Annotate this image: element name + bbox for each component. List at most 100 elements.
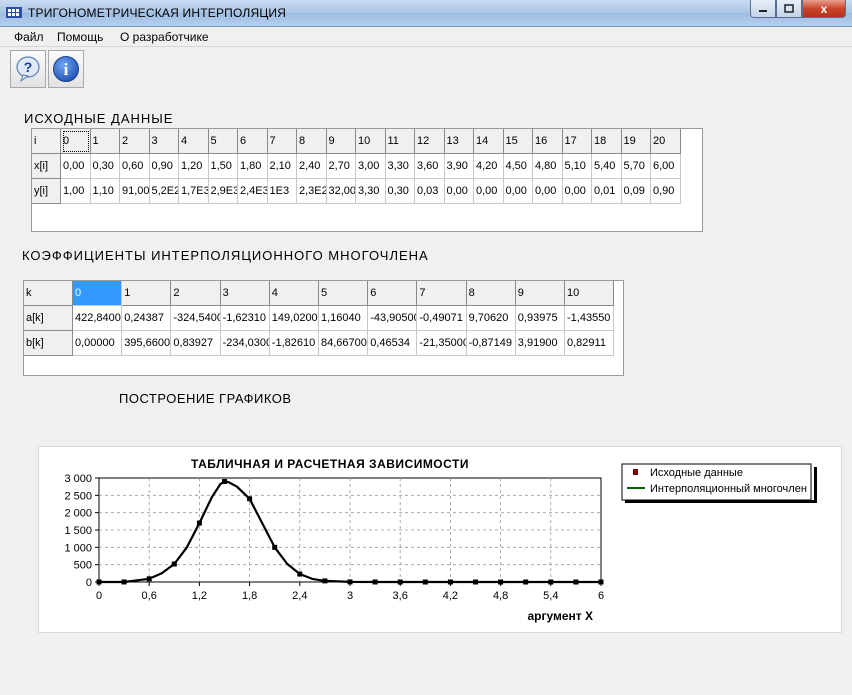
coef-grid-cell[interactable]: 0,24387 — [122, 306, 172, 331]
source-grid-cell[interactable]: 3,30 — [385, 154, 415, 179]
source-grid-cell[interactable]: 2,10 — [267, 154, 297, 179]
source-grid-cell[interactable]: 0,01 — [592, 179, 622, 204]
coef-grid-cell[interactable]: -0,87149 — [466, 331, 516, 356]
source-grid-cell[interactable]: 1E3 — [267, 179, 297, 204]
coef-grid-cell[interactable]: 0,82911 — [565, 331, 615, 356]
source-grid-cell[interactable]: 0,00 — [61, 154, 91, 179]
source-grid-cell[interactable]: 5,10 — [562, 154, 592, 179]
coef-grid-cell[interactable]: 0,83927 — [171, 331, 221, 356]
coef-grid-cell[interactable]: -1,62310 — [220, 306, 270, 331]
source-grid-cell[interactable]: 4,80 — [533, 154, 563, 179]
menu-about-developer[interactable]: О разработчике — [120, 30, 209, 44]
info-button[interactable]: i — [48, 50, 84, 88]
coef-grid-column-header: 1 — [122, 281, 172, 306]
source-grid-cell[interactable]: 3,00 — [356, 154, 386, 179]
coef-grid-cell[interactable]: 422,8400 — [73, 306, 123, 331]
source-grid-cell[interactable]: 91,00 — [120, 179, 150, 204]
source-grid-cell[interactable]: 1,80 — [238, 154, 268, 179]
legend-marker-source — [633, 469, 638, 475]
source-grid-cell[interactable]: 0,00 — [533, 179, 563, 204]
source-grid-cell[interactable]: 4,50 — [503, 154, 533, 179]
source-grid-cell[interactable]: 0,30 — [90, 154, 120, 179]
source-grid-column-header: 9 — [326, 129, 356, 154]
source-grid-cell[interactable]: 0,90 — [149, 154, 179, 179]
coef-grid-cell[interactable]: -1,82610 — [269, 331, 319, 356]
coef-grid-cell[interactable]: 0,00000 — [73, 331, 123, 356]
source-grid-column-header: 11 — [385, 129, 415, 154]
source-grid-cell[interactable]: 2,9E3 — [208, 179, 238, 204]
source-grid-cell[interactable]: 3,60 — [415, 154, 445, 179]
coef-grid-cell[interactable]: 1,16040 — [319, 306, 369, 331]
coef-grid-cell[interactable]: 395,6600 — [122, 331, 172, 356]
coef-grid-cell[interactable]: 0,46534 — [368, 331, 418, 356]
source-grid-cell[interactable]: 2,40 — [297, 154, 327, 179]
coef-grid-cell[interactable]: 3,91900 — [515, 331, 565, 356]
source-grid-cell[interactable]: 2,4E3 — [238, 179, 268, 204]
series-point-source — [548, 579, 554, 585]
y-tick-label: 2 500 — [64, 490, 92, 502]
source-grid-cell[interactable]: 0,00 — [444, 179, 474, 204]
series-point-source — [222, 478, 227, 484]
source-grid-cell[interactable]: 32,00 — [326, 179, 356, 204]
coef-grid-cell[interactable]: 0,93975 — [515, 306, 565, 331]
series-point-source — [146, 576, 152, 582]
coef-grid-cell[interactable]: -0,49071 — [417, 306, 467, 331]
coef-grid-cell[interactable]: 9,70620 — [466, 306, 516, 331]
coefficients-grid[interactable]: k 0 1 2 3 4 5 6 7 8 9 10 a[k] 422,8400 0,24387 -324,540… — [23, 280, 624, 376]
source-grid-column-header: 17 — [562, 129, 592, 154]
coef-grid-cell[interactable]: 84,66700 — [319, 331, 369, 356]
x-tick-label: 2,4 — [292, 590, 307, 602]
coef-grid-cell[interactable]: -324,5400 — [171, 306, 221, 331]
source-grid-cell[interactable]: 1,7E3 — [179, 179, 209, 204]
source-grid-cell[interactable]: 0,30 — [385, 179, 415, 204]
source-grid-cell[interactable]: 3,90 — [444, 154, 474, 179]
source-grid-cell[interactable]: 0,60 — [120, 154, 150, 179]
source-grid-cell[interactable]: 2,70 — [326, 154, 356, 179]
menu-file[interactable]: Файл — [14, 30, 44, 44]
source-grid-cell[interactable]: 0,00 — [562, 179, 592, 204]
coef-grid-column-header: 3 — [220, 281, 270, 306]
series-point-source — [422, 579, 428, 585]
x-tick-label: 1,8 — [242, 590, 257, 602]
source-grid-cell[interactable]: 1,00 — [61, 179, 91, 204]
source-grid-cell[interactable]: 6,00 — [651, 154, 681, 179]
chart-title: ТАБЛИЧНАЯ И РАСЧЕТНАЯ ЗАВИСИМОСТИ — [191, 457, 469, 471]
source-grid-cell[interactable]: 2,3E2 — [297, 179, 327, 204]
source-grid-cell[interactable]: 1,10 — [90, 179, 120, 204]
series-point-source — [171, 561, 177, 567]
coef-grid-cell[interactable]: -1,43550 — [565, 306, 615, 331]
source-grid-cell[interactable]: 0,00 — [503, 179, 533, 204]
coef-grid-cell[interactable]: -21,35000 — [417, 331, 467, 356]
source-grid-column-header: 7 — [267, 129, 297, 154]
series-point-source — [523, 579, 529, 585]
minimize-button[interactable] — [750, 0, 776, 18]
source-grid-cell[interactable]: 0,90 — [651, 179, 681, 204]
source-grid-cell[interactable]: 0,03 — [415, 179, 445, 204]
source-data-grid[interactable]: i 0 1 2 3 4 5 6 7 8 9 10 11 12 13 14 15 16 17 18 19 20 x[i] 0,0… — [31, 128, 703, 232]
window-title: ТРИГОНОМЕТРИЧЕСКАЯ ИНТЕРПОЛЯЦИЯ — [28, 6, 287, 20]
coef-grid-cell[interactable]: 149,0200 — [269, 306, 319, 331]
source-grid-cell[interactable]: 1,20 — [179, 154, 209, 179]
source-grid-cell[interactable]: 5,70 — [621, 154, 651, 179]
series-point-source — [96, 579, 102, 585]
maximize-button[interactable] — [776, 0, 802, 18]
source-grid-column-header: 0 — [61, 129, 91, 154]
close-icon: x — [820, 1, 828, 16]
source-grid-cell[interactable]: 4,20 — [474, 154, 504, 179]
source-grid-cell[interactable]: 3,30 — [356, 179, 386, 204]
x-tick-label: 5,4 — [543, 590, 558, 602]
info-icon: i — [53, 56, 79, 82]
source-grid-cell[interactable]: 1,50 — [208, 154, 238, 179]
source-grid-cell[interactable]: 5,2E2 — [149, 179, 179, 204]
series-point-source — [272, 544, 278, 550]
source-data-title: ИСХОДНЫЕ ДАННЫЕ — [24, 111, 174, 126]
menu-help[interactable]: Помощь — [57, 30, 103, 44]
coef-grid-cell[interactable]: -43,90500 — [368, 306, 418, 331]
source-grid-cell[interactable]: 0,00 — [474, 179, 504, 204]
close-button[interactable]: x — [802, 0, 846, 18]
coef-grid-cell[interactable]: -234,0300 — [220, 331, 270, 356]
help-button[interactable]: ? — [10, 50, 46, 88]
source-grid-cell[interactable]: 5,40 — [592, 154, 622, 179]
source-grid-cell[interactable]: 0,09 — [621, 179, 651, 204]
source-grid-column-header: 4 — [179, 129, 209, 154]
